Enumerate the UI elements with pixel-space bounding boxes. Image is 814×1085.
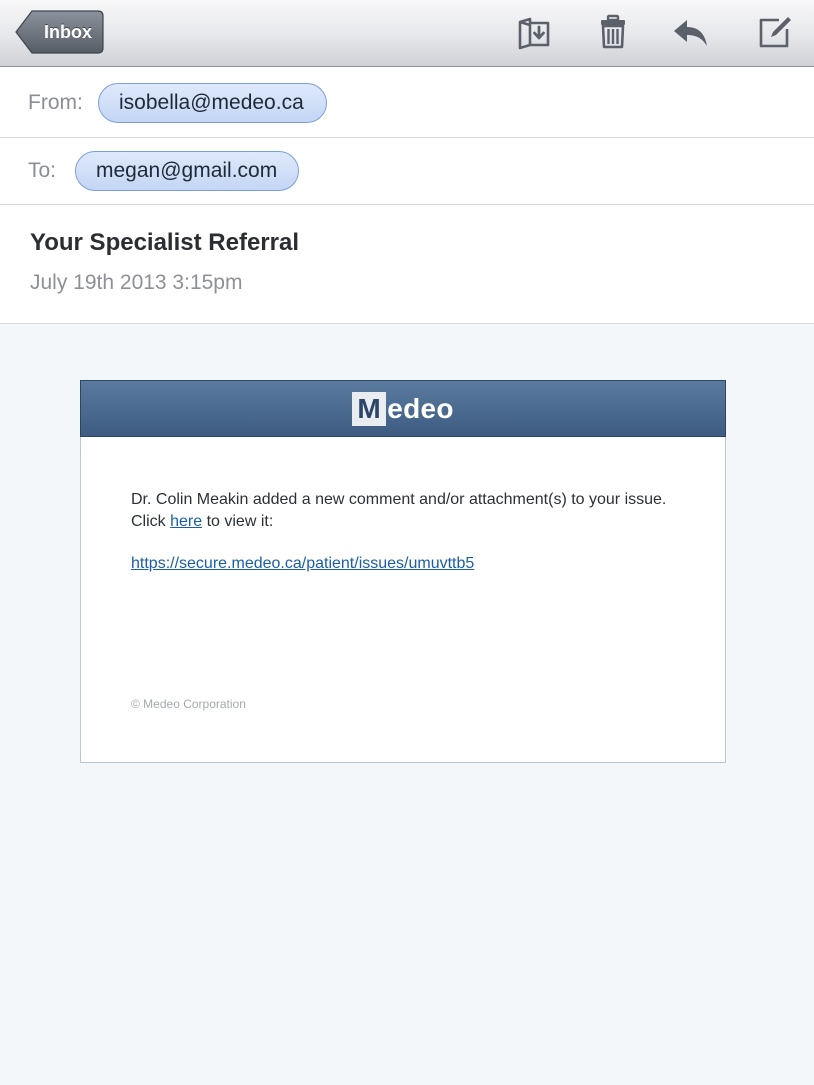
message-click-text: Click xyxy=(131,513,171,530)
inbox-back-label: Inbox xyxy=(44,22,92,42)
trash-icon[interactable] xyxy=(595,14,631,50)
here-link[interactable]: here xyxy=(170,513,202,530)
issue-url: https://secure.medeo.ca/patient/issues/u… xyxy=(131,555,474,573)
copyright-text: © Medeo Corporation xyxy=(131,697,246,711)
to-row: To: megan@gmail.com xyxy=(0,138,814,205)
message-tail-text: to view it: xyxy=(202,513,274,530)
subject-row: Your Specialist Referral July 19th 2013 … xyxy=(0,205,814,324)
email-body-card: Medeo Dr. Colin Meakin added a new comme… xyxy=(80,380,726,763)
message-line-1: Dr. Colin Meakin added a new comment and… xyxy=(131,491,667,508)
compose-icon[interactable] xyxy=(757,14,793,50)
email-date: July 19th 2013 3:15pm xyxy=(30,271,243,294)
medeo-logo: Medeo xyxy=(81,381,725,436)
move-to-folder-icon[interactable] xyxy=(516,14,552,50)
email-subject: Your Specialist Referral xyxy=(30,229,299,256)
from-address-pill[interactable]: isobella@medeo.ca xyxy=(98,83,327,123)
email-message: Dr. Colin Meakin added a new comment and… xyxy=(131,489,691,533)
logo-text: edeo xyxy=(387,393,454,425)
from-row: From: isobella@medeo.ca xyxy=(0,67,814,138)
to-address-pill[interactable]: megan@gmail.com xyxy=(75,151,299,191)
mail-toolbar: Inbox xyxy=(0,0,814,67)
to-label: To: xyxy=(28,159,57,182)
issue-url-link[interactable]: https://secure.medeo.ca/patient/issues/u… xyxy=(131,555,474,572)
logo-initial: M xyxy=(352,391,387,426)
email-brand-header: Medeo xyxy=(80,380,726,437)
from-label: From: xyxy=(28,91,83,114)
reply-icon[interactable] xyxy=(672,14,708,50)
message-line-2: Click here to view it: xyxy=(131,511,691,533)
inbox-back-button[interactable]: Inbox xyxy=(14,10,104,54)
